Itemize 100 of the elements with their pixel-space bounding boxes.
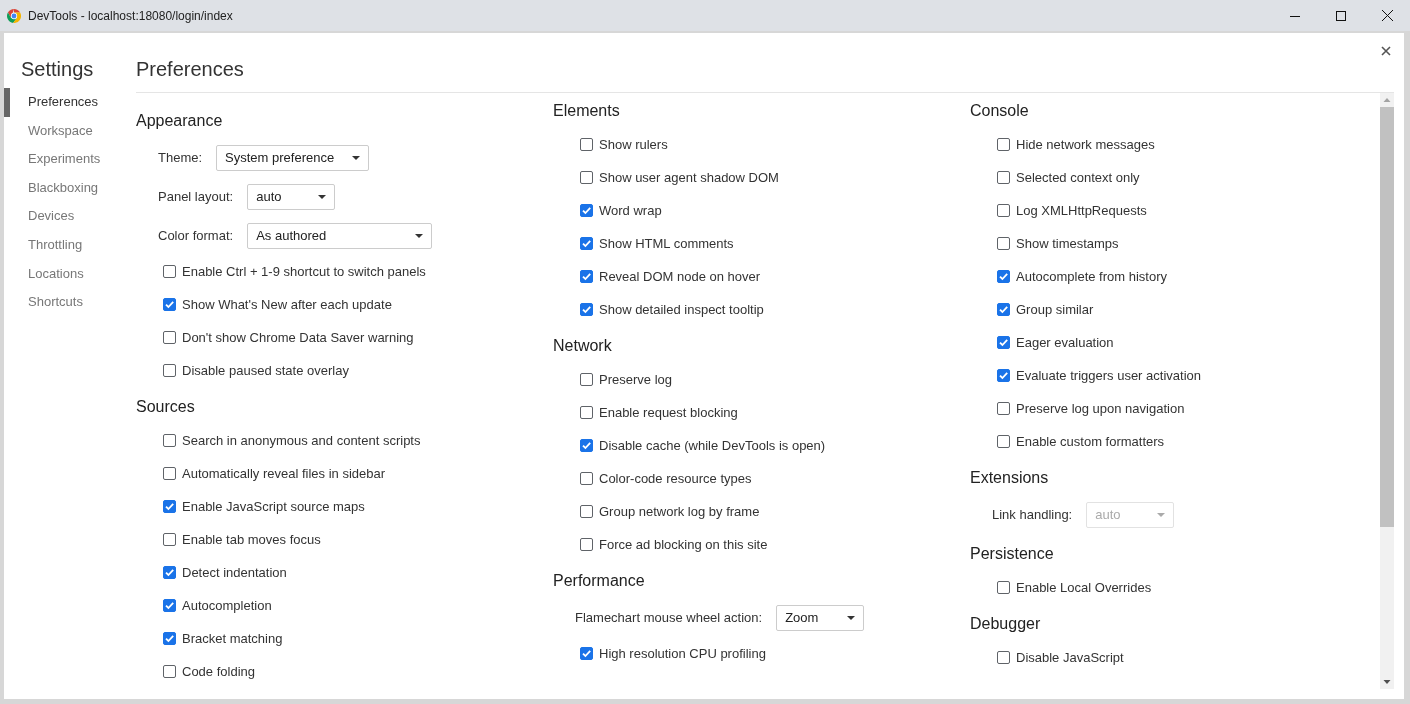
checkbox-label: Autocompletion	[182, 598, 272, 613]
checkbox[interactable]	[163, 467, 176, 480]
checkbox[interactable]	[163, 665, 176, 678]
checkbox[interactable]	[997, 204, 1010, 217]
checkbox[interactable]	[580, 204, 593, 217]
page-title: Preferences	[136, 57, 245, 81]
checkbox[interactable]	[580, 538, 593, 551]
sidebar-item[interactable]: Devices	[4, 202, 136, 231]
checkbox-label: Show What's New after each update	[182, 297, 392, 312]
checkbox-label: Show user agent shadow DOM	[599, 170, 779, 185]
checkbox-label: Eager evaluation	[1016, 335, 1114, 350]
setting-label: Theme:	[158, 150, 203, 165]
dropdown[interactable]: Zoom	[776, 604, 865, 631]
checkbox-label: Color-code resource types	[599, 471, 752, 486]
checkbox-label: Preserve log upon navigation	[1016, 401, 1185, 416]
checkbox-label: Show rulers	[599, 137, 668, 152]
setting-label: Link handling:	[992, 507, 1073, 522]
settings-title: Settings	[20, 57, 95, 81]
section-title: Appearance	[136, 111, 223, 131]
checkbox-label: Don't show Chrome Data Saver warning	[182, 330, 414, 345]
checkbox[interactable]	[163, 599, 176, 612]
section-title: Network	[553, 336, 612, 356]
checkbox-label: Show detailed inspect tooltip	[599, 302, 764, 317]
checkbox[interactable]	[580, 138, 593, 151]
dropdown[interactable]: auto	[247, 183, 336, 210]
checkbox-label: Disable cache (while DevTools is open)	[599, 438, 826, 453]
checkbox-label: High resolution CPU profiling	[599, 646, 766, 661]
checkbox-label: Evaluate triggers user activation	[1016, 368, 1201, 383]
checkbox-label: Preserve log	[599, 372, 672, 387]
checkbox-label: Enable tab moves focus	[182, 532, 321, 547]
sidebar-item[interactable]: Workspace	[4, 116, 136, 146]
checkbox[interactable]	[997, 270, 1010, 283]
checkbox-label: Enable JavaScript source maps	[182, 499, 365, 514]
checkbox-label: Hide network messages	[1016, 137, 1155, 152]
checkbox[interactable]	[163, 265, 176, 278]
checkbox[interactable]	[580, 373, 593, 386]
checkbox-label: Detect indentation	[182, 565, 287, 580]
window-title: DevTools - localhost:18080/login/index	[28, 8, 234, 23]
setting-label: Color format:	[158, 228, 234, 243]
checkbox[interactable]	[580, 237, 593, 250]
checkbox[interactable]	[163, 500, 176, 513]
close-icon	[1381, 10, 1393, 21]
checkbox[interactable]	[163, 364, 176, 377]
checkbox[interactable]	[163, 434, 176, 447]
checkbox[interactable]	[580, 303, 593, 316]
caret-icon	[1157, 512, 1166, 517]
checkbox-label: Word wrap	[599, 203, 662, 218]
section-title: Sources	[136, 397, 195, 417]
checkbox-label: Disable paused state overlay	[182, 363, 349, 378]
sidebar-item[interactable]: Experiments	[4, 145, 136, 174]
checkbox[interactable]	[163, 566, 176, 579]
checkbox[interactable]	[997, 581, 1010, 594]
sidebar-item[interactable]: Blackboxing	[4, 173, 136, 203]
checkbox-label: Enable custom formatters	[1016, 434, 1165, 449]
maximize-icon	[1336, 10, 1346, 21]
caret-icon	[318, 194, 327, 199]
caret-icon	[847, 615, 856, 620]
checkbox[interactable]	[163, 632, 176, 645]
checkbox[interactable]	[997, 651, 1010, 664]
section-title: Extensions	[970, 468, 1049, 488]
setting-label: Flamechart mouse wheel action:	[575, 610, 763, 625]
checkbox[interactable]	[997, 171, 1010, 184]
sidebar-item[interactable]: Throttling	[4, 230, 136, 260]
dropdown[interactable]: System preference	[216, 144, 370, 171]
caret-icon	[415, 233, 424, 238]
checkbox[interactable]	[163, 533, 176, 546]
checkbox[interactable]	[580, 406, 593, 419]
checkbox[interactable]	[580, 647, 593, 660]
scrollbar[interactable]	[1380, 93, 1394, 689]
checkbox-label: Search in anonymous and content scripts	[182, 433, 421, 448]
checkbox[interactable]	[580, 505, 593, 518]
checkbox[interactable]	[997, 435, 1010, 448]
checkbox-label: Log XMLHttpRequests	[1016, 203, 1147, 218]
checkbox[interactable]	[580, 171, 593, 184]
checkbox[interactable]	[997, 369, 1010, 382]
close-button[interactable]	[1380, 45, 1392, 57]
checkbox[interactable]	[580, 270, 593, 283]
sidebar-item[interactable]: Locations	[4, 259, 136, 289]
checkbox[interactable]	[163, 298, 176, 311]
checkbox[interactable]	[997, 336, 1010, 349]
checkbox-label: Force ad blocking on this site	[599, 537, 768, 552]
checkbox[interactable]	[997, 138, 1010, 151]
caret-icon	[352, 155, 361, 160]
dropdown[interactable]: As authored	[247, 222, 433, 249]
checkbox[interactable]	[163, 331, 176, 344]
section-title: Persistence	[970, 544, 1054, 564]
browser-logo-icon	[7, 8, 21, 23]
checkbox[interactable]	[997, 402, 1010, 415]
sidebar-item[interactable]: Shortcuts	[4, 288, 136, 317]
checkbox[interactable]	[580, 472, 593, 485]
section-title: Console	[970, 101, 1029, 121]
checkbox-label: Bracket matching	[182, 631, 283, 646]
checkbox[interactable]	[997, 237, 1010, 250]
checkbox-label: Reveal DOM node on hover	[599, 269, 761, 284]
checkbox-label: Automatically reveal files in sidebar	[182, 466, 386, 481]
checkbox[interactable]	[997, 303, 1010, 316]
checkbox-label: Group network log by frame	[599, 504, 760, 519]
sidebar-item[interactable]: Preferences	[4, 88, 136, 117]
checkbox[interactable]	[580, 439, 593, 452]
checkbox-label: Show timestamps	[1016, 236, 1119, 251]
